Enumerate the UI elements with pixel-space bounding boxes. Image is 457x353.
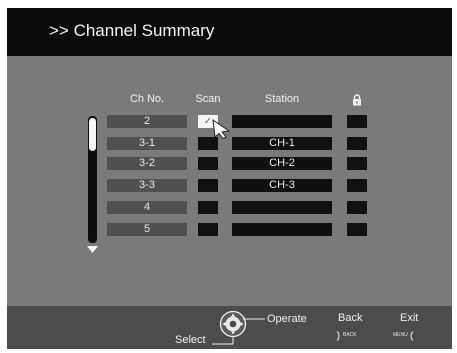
channel-row[interactable]: 5: [7, 223, 452, 236]
station-name: [232, 115, 332, 128]
scan-checkbox[interactable]: [198, 223, 218, 236]
station-name: CH-1: [232, 137, 332, 150]
operate-label: Operate: [267, 313, 307, 325]
station-name: [232, 201, 332, 214]
exit-key-icon: [409, 328, 414, 341]
channel-row[interactable]: 4: [7, 201, 452, 214]
lock-checkbox[interactable]: [347, 115, 367, 128]
lock-icon: [351, 93, 363, 106]
channel-number: 5: [107, 223, 187, 236]
lock-checkbox[interactable]: [347, 137, 367, 150]
lock-checkbox[interactable]: [347, 223, 367, 236]
lock-checkbox[interactable]: [347, 179, 367, 192]
channel-number: 3-1: [107, 137, 187, 150]
pointer-cursor-icon: [212, 118, 232, 140]
select-label: Select: [175, 334, 206, 346]
lock-checkbox[interactable]: [347, 157, 367, 170]
channel-number: 3-2: [107, 157, 187, 170]
scan-checkbox[interactable]: [198, 179, 218, 192]
channel-row[interactable]: 3-3 CH-3: [7, 179, 452, 192]
page-title: >> Channel Summary: [49, 21, 215, 40]
channel-number: 3-3: [107, 179, 187, 192]
col-header-scan: Scan: [195, 93, 221, 105]
col-header-station: Station: [264, 93, 300, 105]
channel-number: 2: [107, 115, 187, 128]
channel-row[interactable]: 3-2 CH-2: [7, 157, 452, 170]
back-label[interactable]: Back: [338, 312, 362, 324]
header-bar: >> Channel Summary: [7, 8, 452, 56]
scan-checkbox[interactable]: [198, 157, 218, 170]
exit-key-label: MENU: [393, 332, 408, 338]
station-name: CH-3: [232, 179, 332, 192]
callout-lines: [212, 318, 265, 345]
col-header-ch-no: Ch No.: [129, 93, 165, 105]
tv-menu: >> Channel Summary Ch No. Scan Station 2…: [7, 8, 452, 349]
screen: >> Channel Summary Ch No. Scan Station 2…: [0, 0, 457, 353]
lock-checkbox[interactable]: [347, 201, 367, 214]
channel-number: 4: [107, 201, 187, 214]
scroll-down-arrow-icon[interactable]: [87, 241, 98, 253]
scan-checkbox[interactable]: [198, 201, 218, 214]
back-key-icon: [336, 328, 341, 341]
exit-label[interactable]: Exit: [400, 312, 418, 324]
station-name: [232, 223, 332, 236]
footer-bar: Operate Select Back BACK Exit MENU: [7, 306, 452, 349]
back-key-label: BACK: [343, 332, 357, 338]
station-name: CH-2: [232, 157, 332, 170]
